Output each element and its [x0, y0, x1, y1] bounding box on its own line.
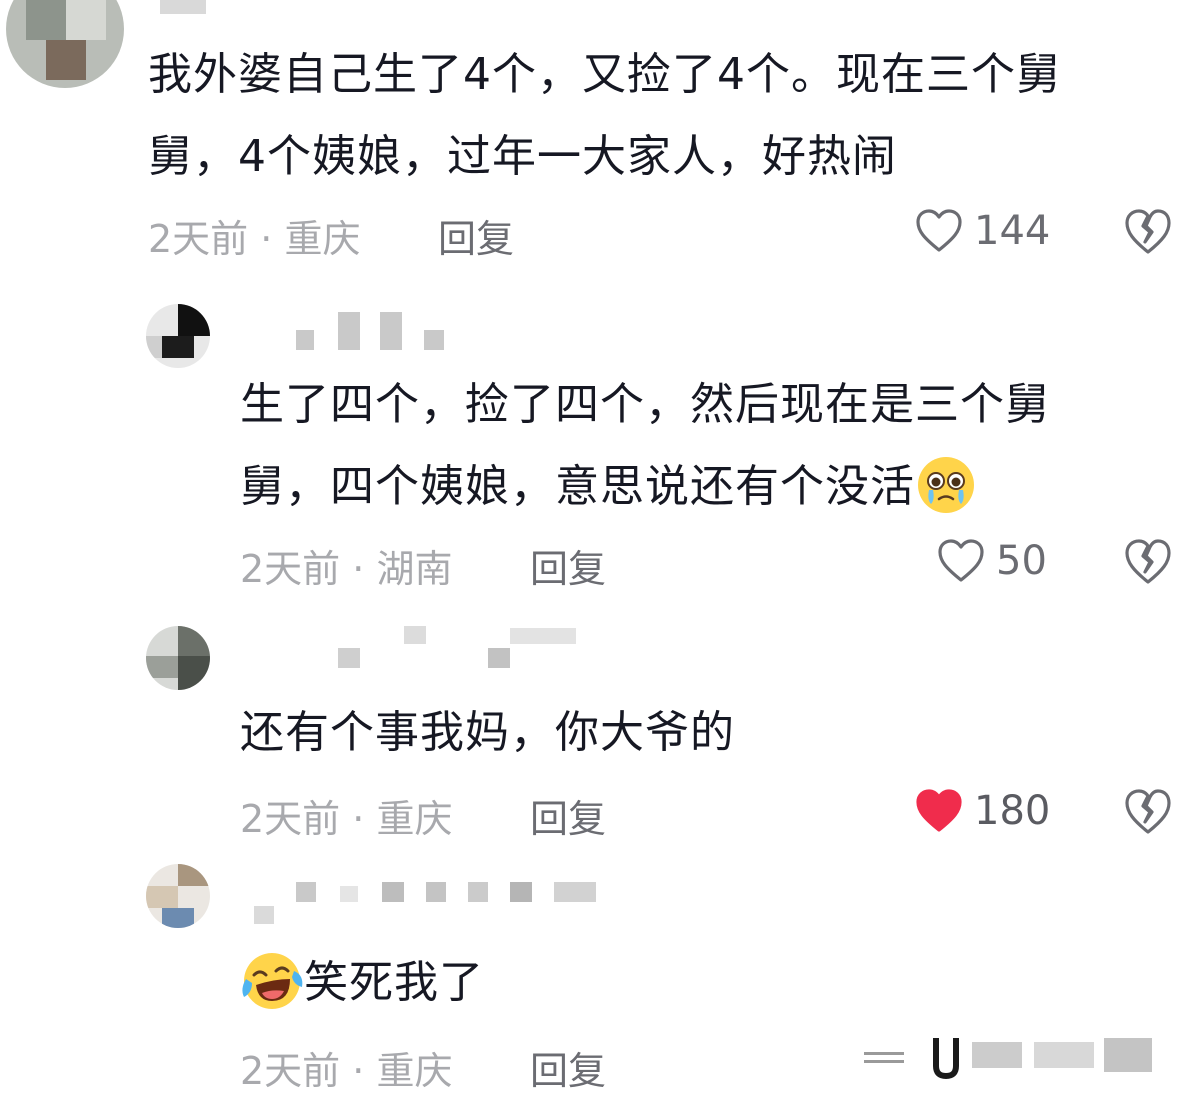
comment-text-fragment: 笑死我了: [304, 957, 484, 1008]
comment-time: 2天前: [148, 217, 249, 261]
comment-text: 生了四个，捡了四个，然后现在是三个舅 舅，四个姨娘，意思说还有个没活: [240, 364, 1160, 528]
comment-time: 2天前: [240, 1049, 341, 1093]
watermark-graphic: [864, 1038, 1152, 1080]
comment-text-line: 舅，4个姨娘，过年一大家人，好热闹: [148, 131, 897, 182]
avatar[interactable]: [146, 626, 210, 690]
comment-meta: 2天前 · 湖南: [240, 538, 452, 593]
comment-meta: 2天前 · 重庆: [240, 1040, 452, 1095]
avatar[interactable]: [146, 864, 210, 928]
laughing-crying-emoji: [242, 953, 303, 1009]
meta-separator: ·: [352, 547, 365, 591]
reply-button[interactable]: 回复: [438, 208, 514, 263]
like-count: 50: [996, 538, 1047, 584]
comment-2: 生了四个，捡了四个，然后现在是三个舅 舅，四个姨娘，意思说还有个没活 2天前 ·…: [0, 290, 1180, 610]
reply-button[interactable]: 回复: [530, 538, 606, 593]
comment-location: 湖南: [376, 547, 453, 591]
comment-time: 2天前: [240, 797, 341, 841]
comment-meta: 2天前 · 重庆: [240, 788, 452, 843]
comment-time: 2天前: [240, 547, 341, 591]
comment-text-fragment: 舅，四个姨娘，意思说还有个没活: [240, 461, 915, 512]
avatar[interactable]: [146, 304, 210, 368]
broken-heart-icon[interactable]: [1122, 536, 1174, 586]
like-button[interactable]: 50: [936, 534, 1047, 588]
heart-icon: [916, 209, 962, 252]
username-masked[interactable]: [250, 882, 596, 932]
comment-text-line: 笑死我了: [240, 942, 1140, 1024]
comment-text-line: 还有个事我妈，你大爷的: [240, 707, 735, 758]
heart-icon: [938, 539, 984, 582]
like-count: 144: [974, 208, 1051, 254]
comment-text-line: 我外婆自己生了4个，又捡了4个。现在三个舅: [148, 49, 1061, 100]
crying-face-emoji: [918, 457, 974, 513]
username-masked[interactable]: [290, 300, 630, 350]
avatar[interactable]: [6, 0, 124, 88]
reply-button[interactable]: 回复: [530, 788, 606, 843]
comment-text: 还有个事我妈，你大爷的: [240, 692, 1140, 774]
meta-separator: ·: [352, 1049, 365, 1093]
comment-text: 我外婆自己生了4个，又捡了4个。现在三个舅 舅，4个姨娘，过年一大家人，好热闹: [148, 34, 1158, 198]
comment-location: 重庆: [284, 217, 361, 261]
watermark: [864, 1032, 1164, 1082]
reply-button[interactable]: 回复: [530, 1040, 606, 1095]
like-button[interactable]: 144: [914, 204, 1050, 258]
like-count: 180: [974, 788, 1051, 834]
comment-text-line: 生了四个，捡了四个，然后现在是三个舅: [240, 379, 1050, 430]
meta-separator: ·: [352, 797, 365, 841]
like-button[interactable]: 180: [914, 784, 1050, 838]
broken-heart-icon[interactable]: [1122, 786, 1174, 836]
comment-text: 笑死我了: [240, 942, 1140, 1024]
comment-4: 笑死我了 2天前 · 重庆 回复: [0, 850, 1180, 1096]
comment-location: 重庆: [376, 1049, 453, 1093]
meta-separator: ·: [260, 217, 273, 261]
comment-meta: 2天前 · 重庆: [148, 208, 360, 263]
comment-location: 重庆: [376, 797, 453, 841]
broken-heart-icon[interactable]: [1122, 206, 1174, 256]
comment-1: 我外婆自己生了4个，又捡了4个。现在三个舅 舅，4个姨娘，过年一大家人，好热闹 …: [0, 0, 1180, 290]
comment-3: 还有个事我妈，你大爷的 2天前 · 重庆 回复 180: [0, 610, 1180, 850]
heart-icon: [916, 789, 962, 832]
username-masked[interactable]: [290, 626, 630, 676]
comment-text-line: 舅，四个姨娘，意思说还有个没活: [240, 446, 1160, 528]
